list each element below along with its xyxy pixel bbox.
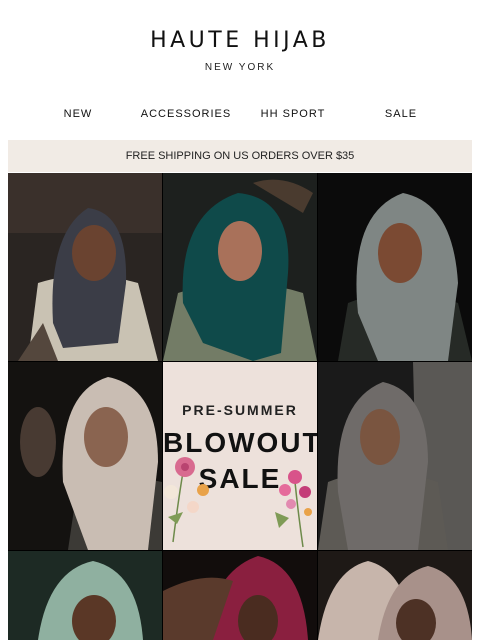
promo-headline-sale: SALE [198, 463, 282, 494]
promo-headline-pre: PRE-SUMMER [182, 402, 298, 418]
nav-item-new[interactable]: NEW [18, 108, 138, 120]
nav-item-accessories[interactable]: ACCESSORIES [126, 108, 246, 120]
brand-logo[interactable]: HAUTE HIJAB [0, 28, 480, 53]
main-nav: NEW ACCESSORIES HH SPORT SALE [8, 108, 472, 128]
model-photo-1[interactable] [8, 173, 162, 361]
nav-item-hh-sport[interactable]: HH SPORT [233, 108, 353, 120]
model-photo-2[interactable] [163, 173, 317, 361]
brand-location: NEW YORK [204, 62, 276, 73]
model-photo-5[interactable] [318, 362, 472, 550]
model-photo-8[interactable] [318, 551, 472, 640]
shipping-banner-text: FREE SHIPPING ON US ORDERS OVER $35 [125, 150, 355, 162]
model-photo-6[interactable] [8, 551, 162, 640]
nav-item-sale[interactable]: SALE [341, 108, 461, 120]
shipping-banner[interactable]: FREE SHIPPING ON US ORDERS OVER $35 [8, 140, 472, 172]
model-photo-7[interactable] [163, 551, 317, 640]
hero-photo-grid[interactable]: PRE-SUMMER BLOWOUT SALE [8, 173, 472, 640]
email-header: HAUTE HIJAB NEW YORK [0, 0, 480, 100]
model-photo-3[interactable] [318, 173, 472, 361]
promo-tile[interactable]: PRE-SUMMER BLOWOUT SALE [163, 362, 317, 550]
model-photo-4[interactable] [8, 362, 162, 550]
promo-headline-blowout: BLOWOUT [163, 427, 317, 458]
